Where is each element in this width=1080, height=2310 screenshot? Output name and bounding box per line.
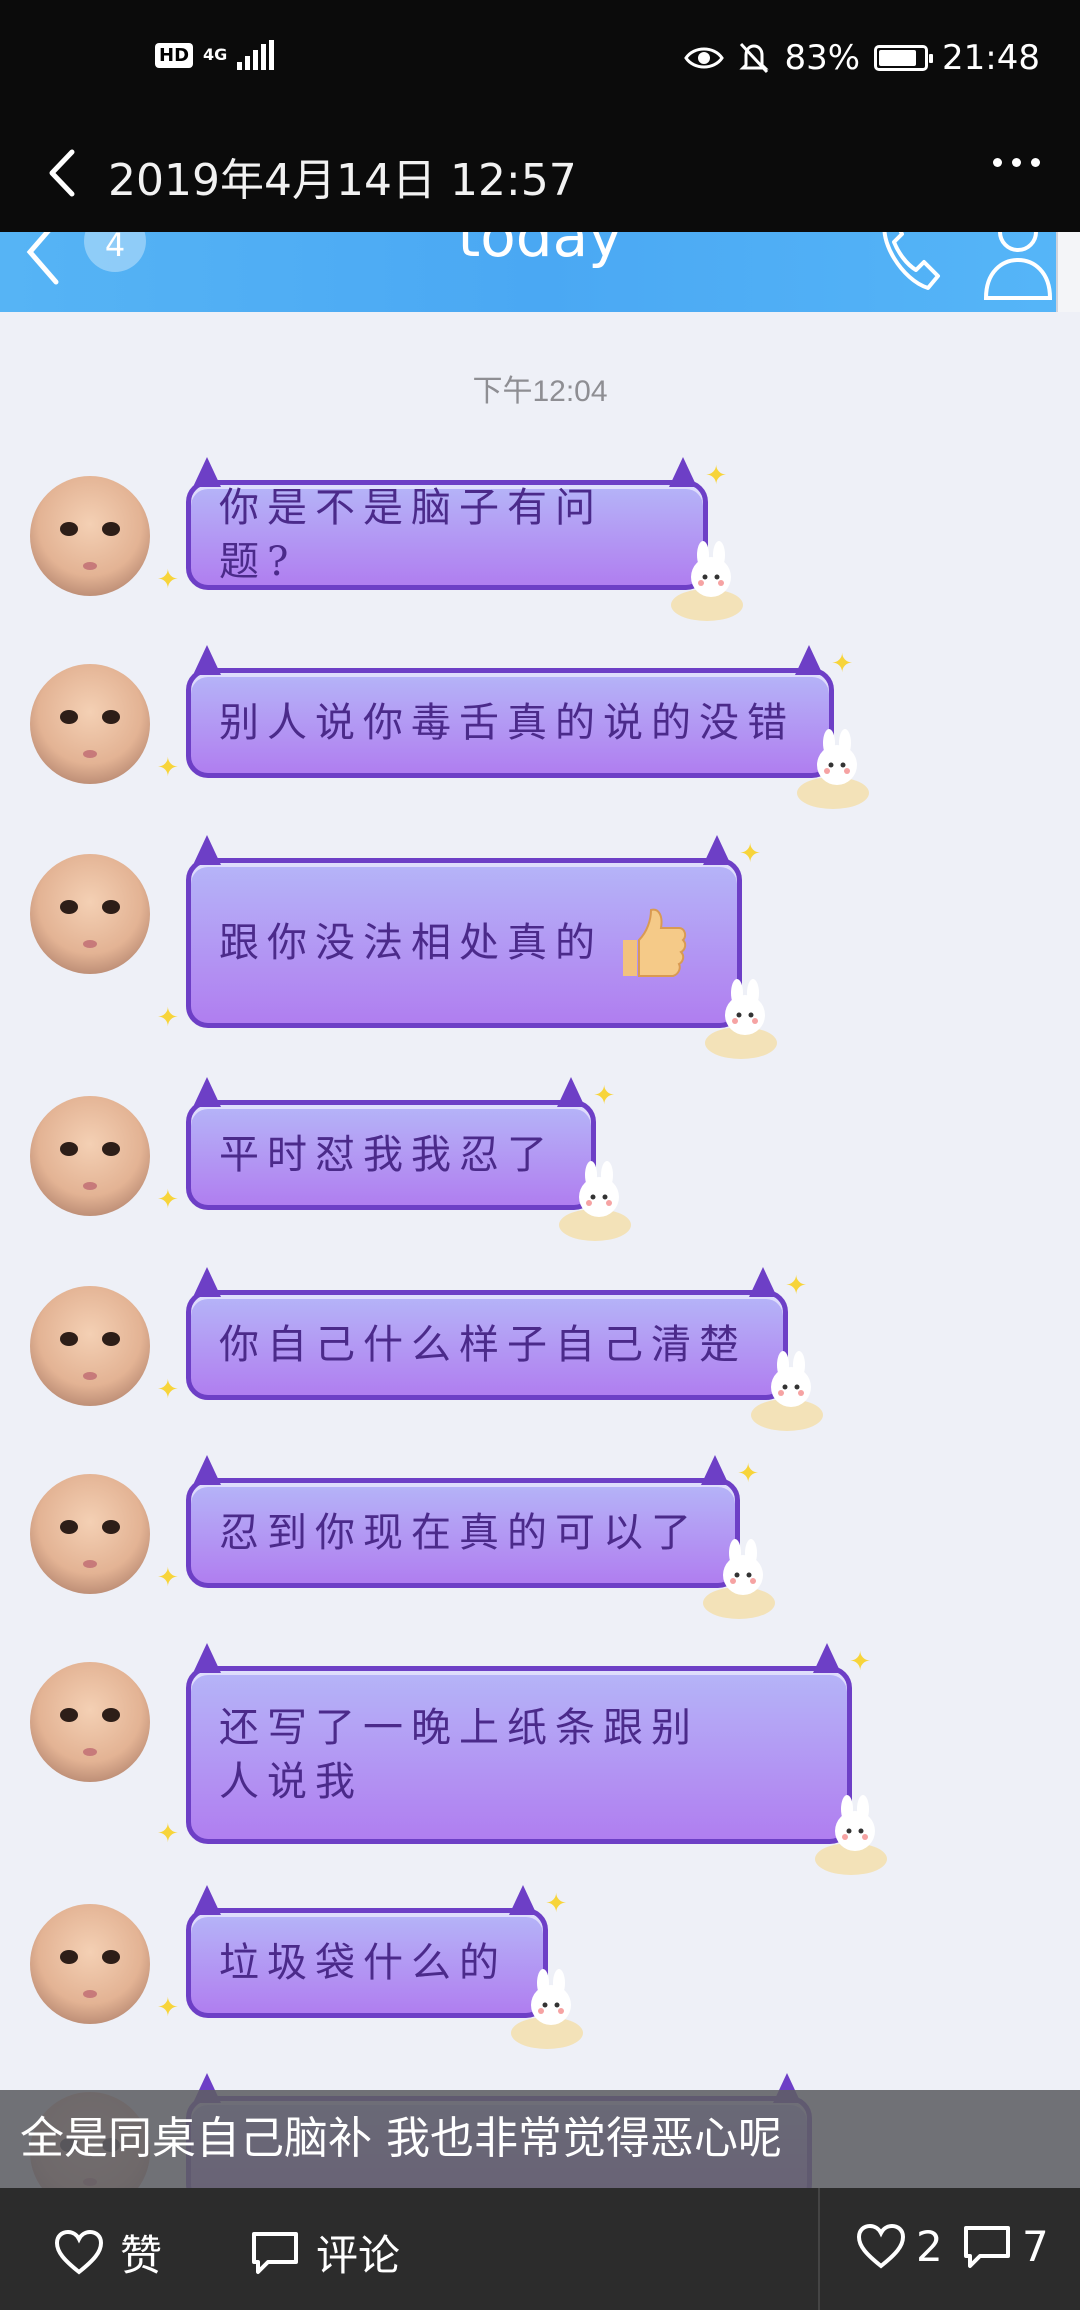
- chat-timestamp: 下午12:04: [472, 375, 608, 408]
- back-button[interactable]: [30, 138, 100, 208]
- avatar[interactable]: [30, 854, 150, 974]
- sparkle-icon: ✦: [157, 1375, 187, 1405]
- bunny-sticker-icon: [797, 729, 869, 809]
- sparkle-icon: ✦: [849, 1647, 879, 1677]
- sparkle-icon: ✦: [157, 1993, 187, 2023]
- bunny-sticker-icon: [511, 1969, 583, 2049]
- message-bubble[interactable]: ✦ ✦ 平时怼我我忍了: [157, 1077, 631, 1241]
- comment-icon: [252, 2231, 298, 2274]
- sparkle-icon: ✦: [705, 461, 735, 491]
- message-bubble[interactable]: ✦ ✦ 还写了一晚上纸条跟别人说我: [157, 1643, 887, 1875]
- sparkle-icon: ✦: [157, 753, 187, 783]
- chevron-left-icon: [49, 149, 75, 197]
- like-label: 赞: [120, 2231, 163, 2280]
- message-text: 别人说你毒舌真的说的没错: [219, 700, 795, 746]
- viewer-header: 2019年4月14日 12:57: [0, 120, 1080, 232]
- scrollbar[interactable]: [1056, 232, 1080, 312]
- message-text: 跟你没法相处真的: [219, 920, 603, 966]
- avatar[interactable]: [30, 1474, 150, 1594]
- bunny-sticker-icon: [751, 1351, 823, 1431]
- comment-label: 评论: [316, 2231, 401, 2280]
- message-text: 还写了一晚上纸条跟别人说我: [219, 1705, 699, 1805]
- avatar[interactable]: [30, 1904, 150, 2024]
- phone-icon: [882, 232, 940, 290]
- avatar[interactable]: [30, 664, 150, 784]
- bunny-sticker-icon: [703, 1539, 775, 1619]
- message-text: 你是不是脑子有问题?: [219, 485, 603, 585]
- sparkle-icon: ✦: [157, 565, 187, 595]
- eye-icon: [684, 47, 725, 69]
- message-text: 平时怼我我忍了: [219, 1132, 555, 1178]
- avatar[interactable]: [30, 1286, 150, 1406]
- heart-icon: [54, 2229, 104, 2275]
- status-bar: HD 4G 83% 21:48: [0, 0, 1080, 120]
- sparkle-icon: ✦: [831, 649, 861, 679]
- comment-icon: [964, 2225, 1010, 2268]
- more-dot-icon: [1012, 158, 1021, 167]
- sparkle-icon: ✦: [739, 839, 769, 869]
- avatar[interactable]: [30, 476, 150, 596]
- sparkle-icon: ✦: [785, 1271, 815, 1301]
- mute-bell-icon: [739, 42, 770, 74]
- person-icon: [983, 232, 1053, 300]
- sparkle-icon: ✦: [157, 1003, 187, 1033]
- clock: 21:48: [942, 38, 1040, 78]
- bunny-sticker-icon: [671, 541, 743, 621]
- avatar[interactable]: [30, 1096, 150, 1216]
- message-bubble[interactable]: ✦ ✦ 你自己什么样子自己清楚: [157, 1267, 823, 1431]
- message-text: 垃圾袋什么的: [219, 1940, 507, 1986]
- like-count[interactable]: 2: [856, 2222, 943, 2271]
- page-title: 2019年4月14日 12:57: [108, 155, 577, 206]
- comment-count[interactable]: 7: [962, 2222, 1049, 2271]
- divider: [818, 2188, 820, 2310]
- more-dot-icon: [993, 158, 1002, 167]
- heart-icon: [856, 2223, 906, 2269]
- bunny-sticker-icon: [705, 979, 777, 1059]
- sparkle-icon: ✦: [157, 1563, 187, 1593]
- message-bubble[interactable]: ✦ ✦ 跟你没法相处真的: [157, 835, 777, 1059]
- image-caption: 全是同桌自己脑补 我也非常觉得恶心呢: [0, 2090, 1080, 2188]
- more-button[interactable]: [993, 158, 1040, 167]
- bunny-sticker-icon: [815, 1795, 887, 1875]
- chat-header: 4 today: [0, 232, 1080, 312]
- signal-icon: [237, 40, 275, 70]
- sparkle-icon: ✦: [545, 1889, 575, 1919]
- message-bubble[interactable]: ✦ ✦ 忍到你现在真的可以了: [157, 1455, 775, 1619]
- sparkle-icon: ✦: [157, 1819, 187, 1849]
- screenshot-image: 4 today 下午12:04 ✦ ✦ 你是不是脑子有问题? ✦ ✦ 别人说你毒舌真…: [0, 232, 1080, 2188]
- battery-percent: 83%: [784, 38, 861, 78]
- bottom-action-bar: 赞 评论 2 7: [0, 2188, 1080, 2310]
- message-bubble[interactable]: ✦ ✦ 别人说你毒舌真的说的没错: [157, 645, 869, 809]
- sparkle-icon: ✦: [737, 1459, 767, 1489]
- message-text: 忍到你现在真的可以了: [219, 1510, 699, 1556]
- comment-button[interactable]: 评论: [250, 2222, 400, 2283]
- battery-icon: [874, 45, 934, 71]
- network-type: 4G: [203, 45, 228, 64]
- comment-count-value: 7: [1022, 2222, 1049, 2271]
- message-text: 你自己什么样子自己清楚: [219, 1322, 747, 1368]
- sparkle-icon: ✦: [157, 1185, 187, 1215]
- avatar[interactable]: [30, 1662, 150, 1782]
- thumbs-up-icon: [623, 908, 687, 977]
- bunny-sticker-icon: [559, 1161, 631, 1241]
- message-bubble[interactable]: ✦ ✦ 你是不是脑子有问题?: [157, 457, 743, 621]
- like-button[interactable]: 赞: [54, 2222, 162, 2283]
- message-bubble[interactable]: ✦ ✦ 垃圾袋什么的: [157, 1885, 583, 2049]
- hd-badge: HD: [155, 42, 194, 68]
- more-dot-icon: [1031, 158, 1040, 167]
- sparkle-icon: ✦: [593, 1081, 623, 1111]
- like-count-value: 2: [916, 2222, 943, 2271]
